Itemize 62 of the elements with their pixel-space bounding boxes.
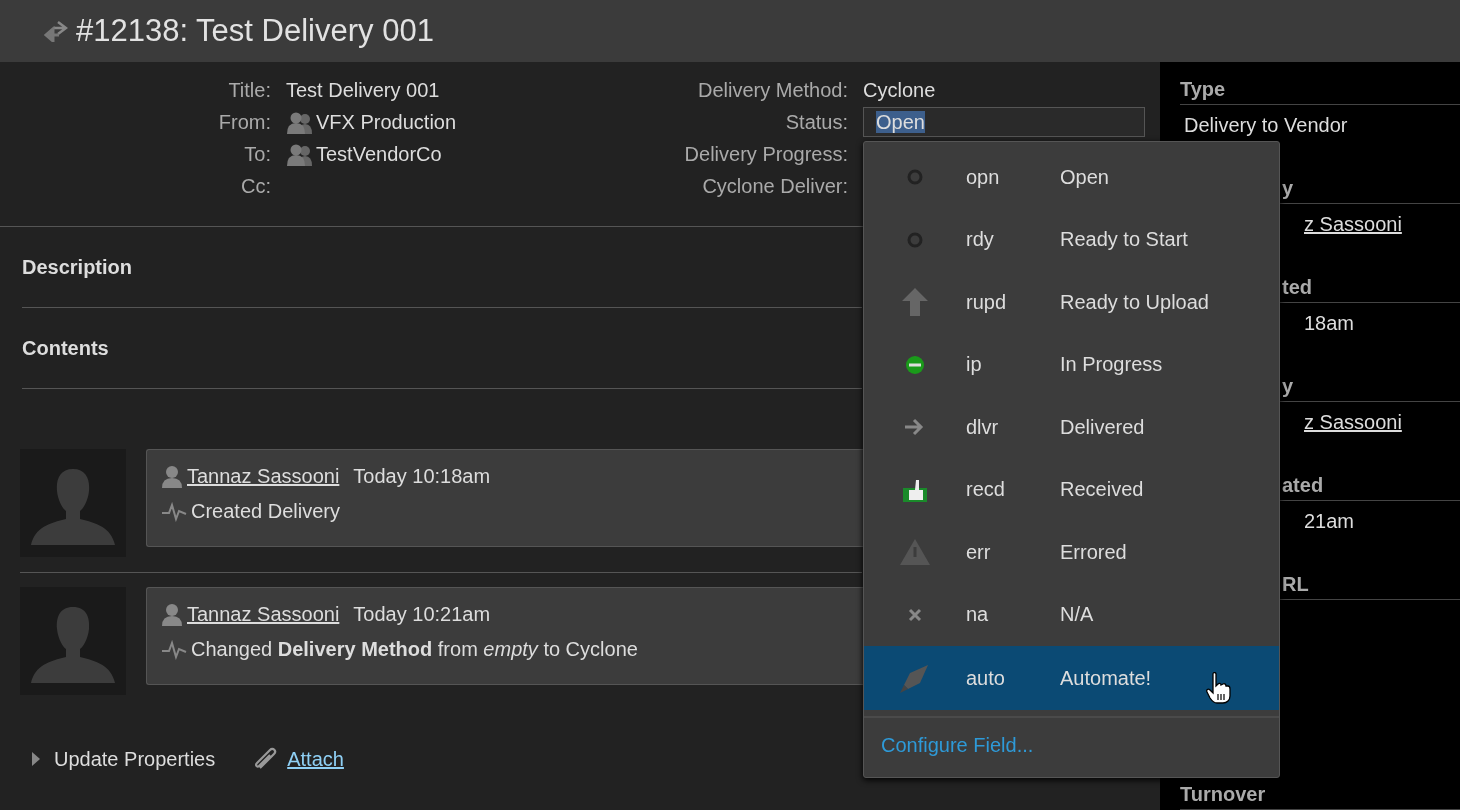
field-label: To:	[243, 142, 271, 166]
activity-message: Changed Delivery Method from empty to Cyclone	[191, 638, 638, 661]
pulse-icon	[161, 501, 187, 522]
section-heading[interactable]: Contents	[22, 336, 109, 360]
rocket-icon	[900, 663, 930, 693]
menu-item[interactable]: err Errored	[864, 521, 1279, 584]
swap-arrows-icon	[44, 20, 68, 42]
sidebar-heading: y	[1281, 374, 1294, 398]
sidebar-heading: Turnover	[1180, 782, 1266, 806]
sidebar-value: 18am	[1304, 311, 1355, 335]
sidebar-heading: y	[1281, 176, 1294, 200]
configure-field-link[interactable]: Configure Field...	[864, 718, 1279, 757]
minus-circle-icon	[905, 354, 925, 375]
sidebar-value: 21am	[1304, 509, 1355, 533]
circle-icon	[907, 231, 923, 248]
up-arrow-icon	[902, 288, 928, 317]
sidebar-heading: RL	[1281, 572, 1309, 596]
menu-item[interactable]: na N/A	[864, 583, 1279, 646]
field-label: Delivery Progress:	[683, 142, 848, 166]
sidebar-heading: ted	[1281, 275, 1312, 299]
x-icon	[908, 607, 922, 622]
menu-item[interactable]: dlvr Delivered	[864, 396, 1279, 459]
user-icon	[161, 464, 183, 488]
warning-icon	[900, 539, 930, 566]
attach-link[interactable]: Attach	[287, 747, 344, 771]
field-value: Test Delivery 001	[286, 78, 440, 102]
field-label: From:	[217, 110, 271, 134]
arrow-icon	[905, 418, 925, 437]
field-label: Cyclone Deliver:	[701, 174, 848, 198]
caret-icon	[32, 752, 40, 766]
activity-message: Created Delivery	[191, 500, 340, 523]
timestamp: Today 10:21am	[353, 602, 491, 626]
hand-cursor-icon	[1206, 672, 1232, 704]
menu-item[interactable]: opn Open	[864, 146, 1279, 209]
menu-item[interactable]: rdy Ready to Start	[864, 208, 1279, 271]
user-link[interactable]: z Sassooni	[1304, 212, 1402, 236]
update-properties-toggle[interactable]: Update Properties	[32, 747, 216, 771]
section-heading[interactable]: Description	[22, 255, 133, 279]
menu-item[interactable]: auto Automate!	[864, 646, 1279, 710]
user-link[interactable]: z Sassooni	[1304, 410, 1402, 434]
sidebar-heading: ated	[1281, 473, 1324, 497]
menu-item[interactable]: ip In Progress	[864, 333, 1279, 396]
user-link[interactable]: Tannaz Sassooni	[187, 602, 340, 626]
circle-icon	[907, 169, 923, 186]
field-label: Delivery Method:	[696, 78, 848, 102]
sidebar-value: Delivery to Vendor	[1184, 113, 1348, 137]
user-link[interactable]: Tannaz Sassooni	[187, 464, 340, 488]
status-dropdown[interactable]: Open	[863, 107, 1145, 137]
field-value: TestVendorCo	[316, 142, 442, 166]
field-value: VFX Production	[316, 110, 457, 134]
thumbs-up-icon	[903, 477, 927, 502]
sidebar-heading: Type	[1180, 77, 1226, 101]
timestamp: Today 10:18am	[353, 464, 491, 488]
field-label: Title:	[227, 78, 271, 102]
pulse-icon	[161, 639, 187, 660]
menu-item[interactable]: rupd Ready to Upload	[864, 271, 1279, 334]
page-title: #12138: Test Delivery 001	[76, 13, 434, 49]
field-value: Cyclone	[863, 78, 936, 102]
field-label: Cc:	[240, 174, 271, 198]
field-label: Status:	[784, 110, 848, 134]
menu-item[interactable]: recd Received	[864, 458, 1279, 521]
user-icon	[161, 602, 183, 626]
